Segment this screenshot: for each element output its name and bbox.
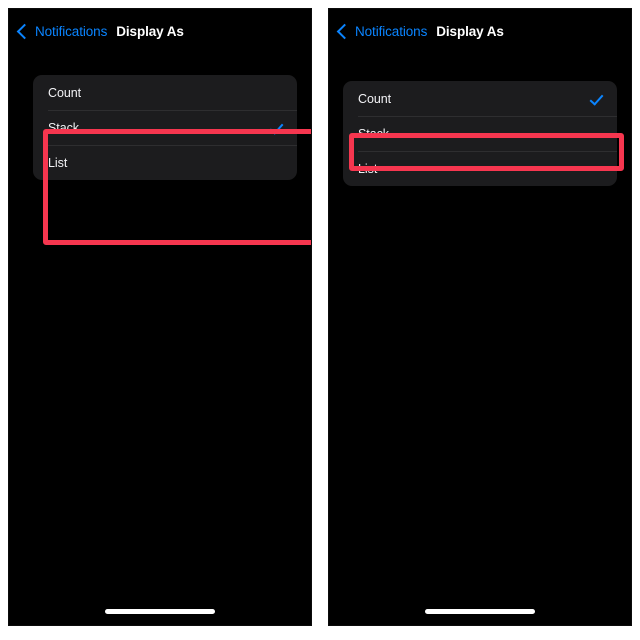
home-indicator: [105, 609, 215, 614]
option-row-list[interactable]: List: [343, 151, 617, 186]
option-row-list[interactable]: List: [33, 145, 297, 180]
option-label: List: [358, 161, 378, 176]
option-row-count[interactable]: Count: [343, 81, 617, 116]
option-label: Count: [48, 85, 82, 100]
phone-panel-after: Notifications Display As Count Stack Lis…: [328, 8, 632, 626]
back-button-label: Notifications: [355, 23, 428, 39]
options-list-container: Count Stack List: [33, 75, 311, 245]
checkmark-icon: [589, 162, 603, 176]
option-row-stack[interactable]: Stack: [343, 116, 617, 151]
back-button-notifications[interactable]: Notifications: [16, 23, 108, 39]
phone-panel-before: Notifications Display As Count Stack Lis…: [8, 8, 312, 626]
navigation-bar: Notifications Display As: [9, 9, 311, 53]
option-label: Stack: [48, 120, 80, 135]
checkmark-icon: [269, 156, 283, 170]
comparison-stage: Notifications Display As Count Stack Lis…: [0, 0, 640, 640]
options-list-container: Count Stack List: [343, 81, 624, 186]
option-label: Stack: [358, 126, 390, 141]
home-indicator: [425, 609, 535, 614]
phone-screen-after: Notifications Display As Count Stack Lis…: [329, 9, 631, 625]
option-label: List: [48, 155, 68, 170]
chevron-left-icon: [16, 23, 33, 39]
back-button-notifications[interactable]: Notifications: [336, 23, 428, 39]
checkmark-icon: [269, 86, 283, 100]
checkmark-icon: [589, 92, 603, 106]
navigation-bar: Notifications Display As: [329, 9, 631, 53]
option-row-count[interactable]: Count: [33, 75, 297, 110]
display-as-option-group: Count Stack List: [33, 75, 297, 180]
chevron-left-icon: [336, 23, 353, 39]
checkmark-icon: [589, 127, 603, 141]
option-label: Count: [358, 91, 392, 106]
display-as-option-group: Count Stack List: [343, 81, 617, 186]
phone-screen-before: Notifications Display As Count Stack Lis…: [9, 9, 311, 625]
option-row-stack[interactable]: Stack: [33, 110, 297, 145]
back-button-label: Notifications: [35, 23, 108, 39]
checkmark-icon: [269, 121, 283, 135]
